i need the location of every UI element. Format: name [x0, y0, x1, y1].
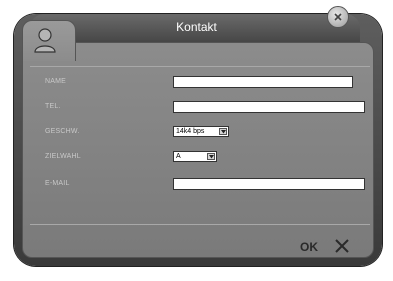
speed-select-value: 14k4 bps — [176, 128, 205, 135]
form-panel — [22, 42, 374, 258]
speed-select[interactable]: 14k4 bps — [173, 126, 229, 137]
tel-label: TEL. — [45, 103, 61, 110]
cancel-button[interactable] — [334, 238, 350, 259]
name-input[interactable] — [173, 76, 353, 88]
bottom-divider — [30, 224, 370, 225]
user-icon — [34, 28, 56, 53]
speed-dial-label: ZIELWAHL — [45, 153, 81, 160]
ok-button[interactable]: OK — [300, 240, 318, 254]
email-label: E-MAIL — [45, 180, 70, 187]
speed-dial-select[interactable]: A — [173, 151, 217, 162]
user-tab — [22, 20, 76, 61]
close-button[interactable] — [327, 6, 349, 28]
chevron-down-icon — [207, 153, 215, 160]
email-input[interactable] — [173, 178, 365, 190]
speed-dial-select-value: A — [176, 153, 181, 160]
close-icon — [334, 13, 342, 21]
name-label: NAME — [45, 78, 67, 85]
speed-label: GESCHW. — [45, 128, 80, 135]
top-divider — [30, 66, 370, 67]
x-icon — [335, 239, 349, 253]
chevron-down-icon — [219, 128, 227, 135]
tel-input[interactable] — [173, 101, 365, 113]
